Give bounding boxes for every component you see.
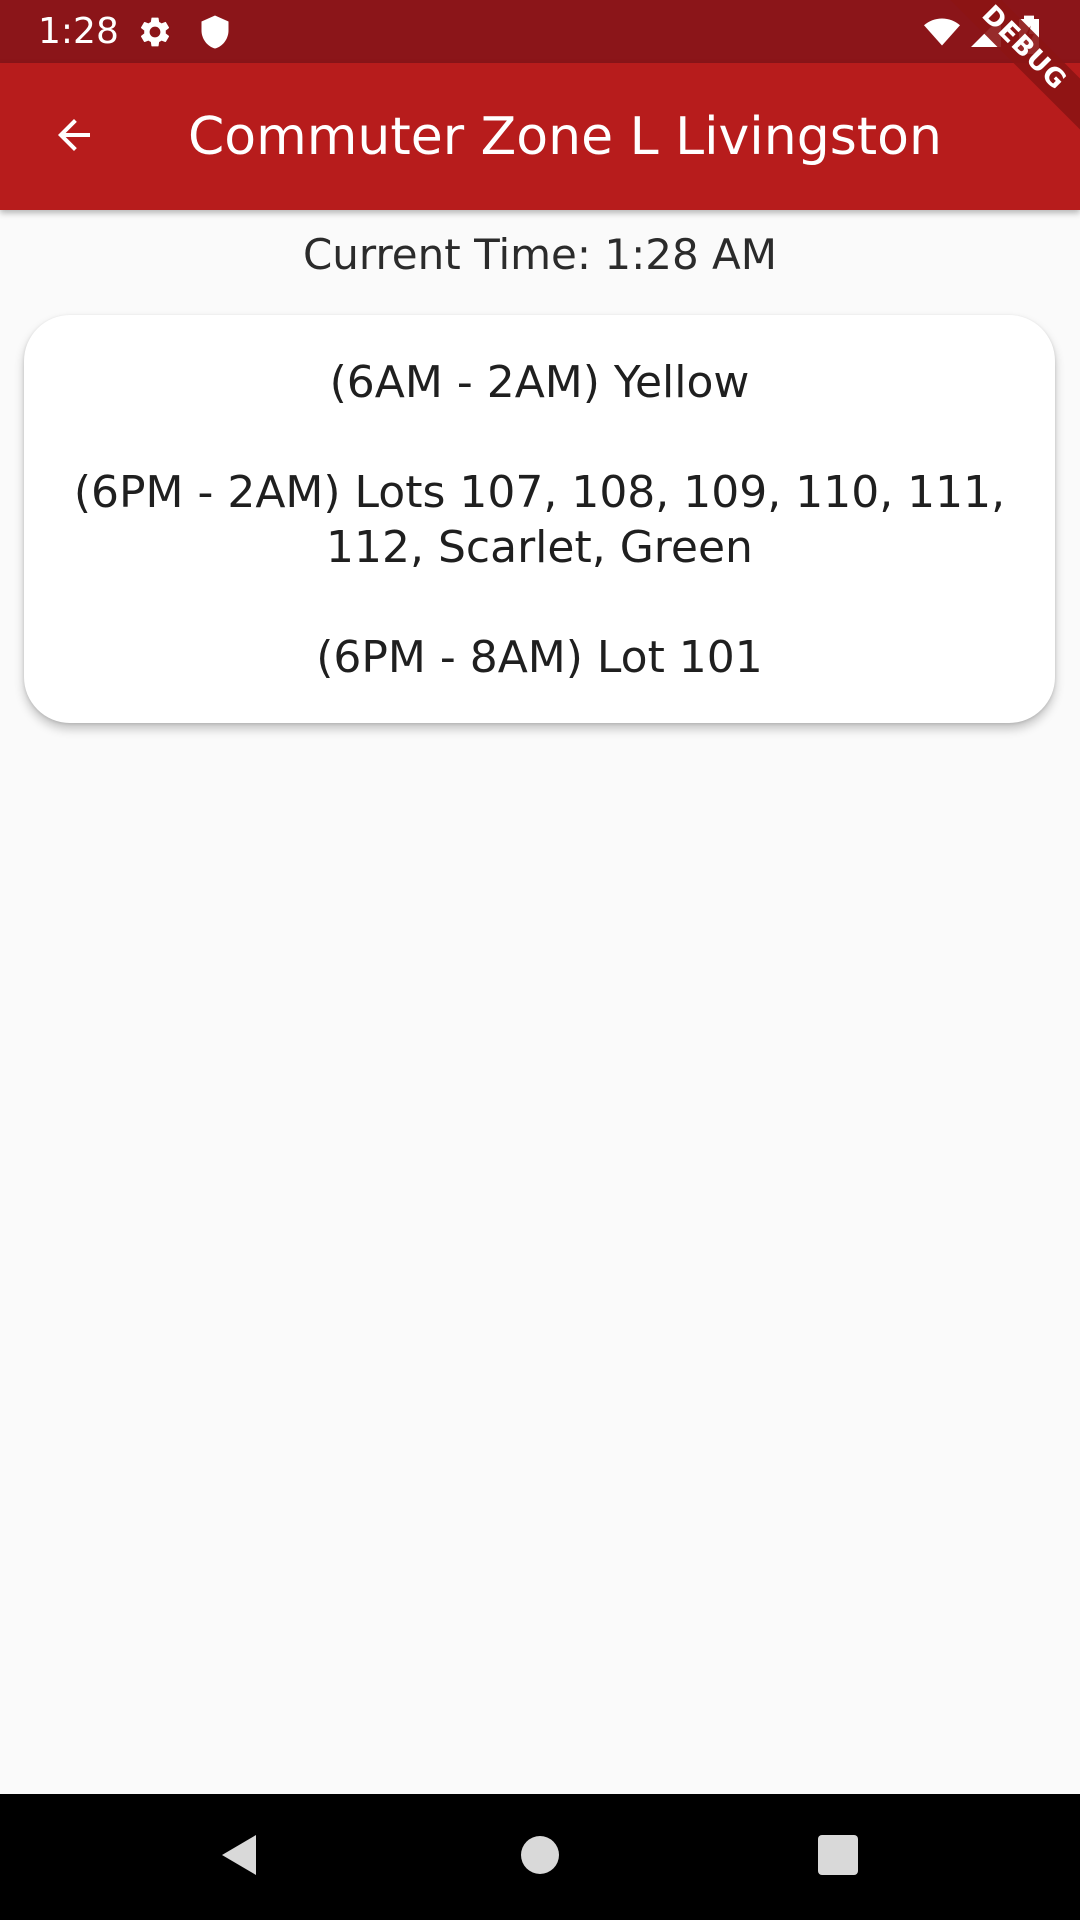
status-bar: 1:28 <box>0 0 1080 63</box>
nav-back-button[interactable] <box>210 1829 266 1885</box>
nav-home-button[interactable] <box>512 1829 568 1885</box>
back-button[interactable] <box>30 103 118 171</box>
status-time: 1:28 <box>38 11 119 52</box>
page-title: Commuter Zone L Livingston <box>188 107 942 167</box>
schedule-line: (6AM - 2AM) Yellow <box>329 357 750 408</box>
settings-icon <box>137 14 173 50</box>
arrow-back-icon <box>50 111 98 164</box>
navigation-bar <box>0 1794 1080 1920</box>
nav-recents-button[interactable] <box>810 1829 866 1885</box>
app-bar: Commuter Zone L Livingston <box>0 63 1080 210</box>
schedule-card: (6AM - 2AM) Yellow (6PM - 2AM) Lots 107,… <box>24 315 1055 723</box>
back-triangle-icon <box>216 1831 260 1884</box>
current-time-label: Current Time: 1:28 AM <box>302 230 778 279</box>
wifi-icon <box>922 14 962 50</box>
schedule-line: (6PM - 2AM) Lots 107, 108, 109, 110, 111… <box>73 467 1006 573</box>
schedule-line: (6PM - 8AM) Lot 101 <box>316 632 763 683</box>
home-circle-icon <box>518 1833 562 1882</box>
shield-icon <box>197 14 233 50</box>
recents-square-icon <box>817 1834 859 1881</box>
